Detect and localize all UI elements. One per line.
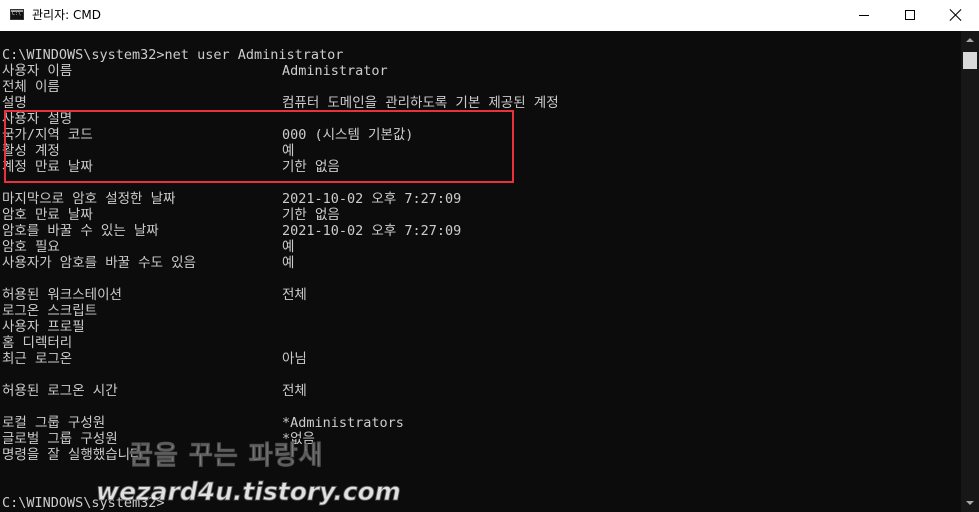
field-value: 예 [282, 143, 295, 159]
console-line: 암호 필요 예 [2, 239, 957, 255]
command-line: C:\WINDOWS\system32>net user Administrat… [2, 47, 957, 63]
field-label: 국가/지역 코드 [2, 127, 93, 143]
scroll-down-arrow-icon[interactable] [961, 494, 979, 512]
maximize-button[interactable] [887, 0, 933, 31]
field-value: Administrator [282, 63, 388, 79]
field-label: 최근 로그온 [2, 351, 73, 367]
console-line: 사용자 프로필 [2, 319, 957, 335]
console-line: 계정 만료 날짜 기한 없음 [2, 159, 957, 175]
scroll-thumb[interactable] [963, 52, 977, 69]
field-label: 사용자 이름 [2, 63, 73, 79]
console-line: 전체 이름 [2, 79, 957, 95]
field-label: 사용자 프로필 [2, 319, 85, 335]
field-value: *없음 [282, 431, 315, 447]
field-value: 예 [282, 255, 295, 271]
console-rows: 사용자 이름 Administrator 전체 이름 설명 컴퓨터 도메인을 관리하도록… [2, 63, 957, 495]
console-output[interactable]: C:\WINDOWS\system32>net user Administrat… [2, 47, 957, 511]
field-label: 암호 만료 날짜 [2, 207, 93, 223]
field-label: 허용된 로그온 시간 [2, 383, 118, 399]
cmd-console-icon[interactable] [10, 9, 24, 20]
field-label: 로그온 스크립트 [2, 303, 98, 319]
prompt-line: C:\WINDOWS\system32> [2, 495, 957, 511]
field-label: 글로벌 그룹 구성원 [2, 431, 118, 447]
field-label: 허용된 워크스테이션 [2, 287, 122, 303]
vertical-scrollbar[interactable] [961, 31, 979, 512]
title-bar[interactable]: 관리자: CMD [0, 0, 979, 31]
field-value: 기한 없음 [282, 159, 340, 175]
console-line: 명령을 잘 실행했습니다. [2, 447, 957, 463]
console-line: 허용된 로그온 시간 전체 [2, 383, 957, 399]
field-value: 컴퓨터 도메인을 관리하도록 기본 제공된 계정 [282, 95, 559, 111]
prompt-text: C:\WINDOWS\system32> [2, 495, 165, 511]
maximize-icon [905, 10, 915, 20]
console-line: 국가/지역 코드 000 (시스템 기본값) [2, 127, 957, 143]
console-line: 홈 디렉터리 [2, 335, 957, 351]
console-line: 암호 만료 날짜 기한 없음 [2, 207, 957, 223]
field-label: 사용자가 암호를 바꿀 수도 있음 [2, 255, 196, 271]
console-line: 암호를 바꿀 수 있는 날짜 2021-10-02 오후 7:27:09 [2, 223, 957, 239]
field-value: 예 [282, 239, 295, 255]
field-value: 전체 [282, 287, 307, 303]
field-label: 로컬 그룹 구성원 [2, 415, 106, 431]
field-label: 사용자 설명 [2, 111, 73, 127]
command-text: C:\WINDOWS\system32>net user Administrat… [2, 47, 344, 63]
scroll-up-arrow-icon[interactable] [961, 31, 979, 49]
field-label: 명령을 잘 실행했습니다. [2, 447, 151, 463]
field-label: 활성 계정 [2, 143, 60, 159]
console-line: 사용자가 암호를 바꿀 수도 있음 예 [2, 255, 957, 271]
console-line: 설명 컴퓨터 도메인을 관리하도록 기본 제공된 계정 [2, 95, 957, 111]
console-line: 허용된 워크스테이션 전체 [2, 287, 957, 303]
field-label: 계정 만료 날짜 [2, 159, 93, 175]
console-line: 활성 계정 예 [2, 143, 957, 159]
console-line: 최근 로그온 아님 [2, 351, 957, 367]
cmd-window: 관리자: CMD C:\WINDOWS\system32>net user Ad… [0, 0, 979, 512]
console-line: 글로벌 그룹 구성원 *없음 [2, 431, 957, 447]
console-line: 로그온 스크립트 [2, 303, 957, 319]
field-label: 암호 필요 [2, 239, 60, 255]
console-line: 로컬 그룹 구성원 *Administrators [2, 415, 957, 431]
field-value: 000 (시스템 기본값) [282, 127, 414, 143]
console-line: 마지막으로 암호 설정한 날짜 2021-10-02 오후 7:27:09 [2, 191, 957, 207]
field-label: 설명 [2, 95, 27, 111]
field-label: 홈 디렉터리 [2, 335, 73, 351]
console-line: 사용자 이름 Administrator [2, 63, 957, 79]
field-value: 2021-10-02 오후 7:27:09 [282, 191, 462, 207]
console-line: 사용자 설명 [2, 111, 957, 127]
field-label: 암호를 바꿀 수 있는 날짜 [2, 223, 159, 239]
field-label: 마지막으로 암호 설정한 날짜 [2, 191, 176, 207]
field-value: 2021-10-02 오후 7:27:09 [282, 223, 462, 239]
field-value: 기한 없음 [282, 207, 340, 223]
minimize-icon [859, 15, 869, 16]
field-value: 아님 [282, 351, 307, 367]
field-value: 전체 [282, 383, 307, 399]
field-value: *Administrators [282, 415, 404, 431]
close-button[interactable] [933, 0, 979, 31]
minimize-button[interactable] [841, 0, 887, 31]
window-title: 관리자: CMD [32, 8, 101, 22]
close-icon [950, 9, 962, 21]
field-label: 전체 이름 [2, 79, 60, 95]
